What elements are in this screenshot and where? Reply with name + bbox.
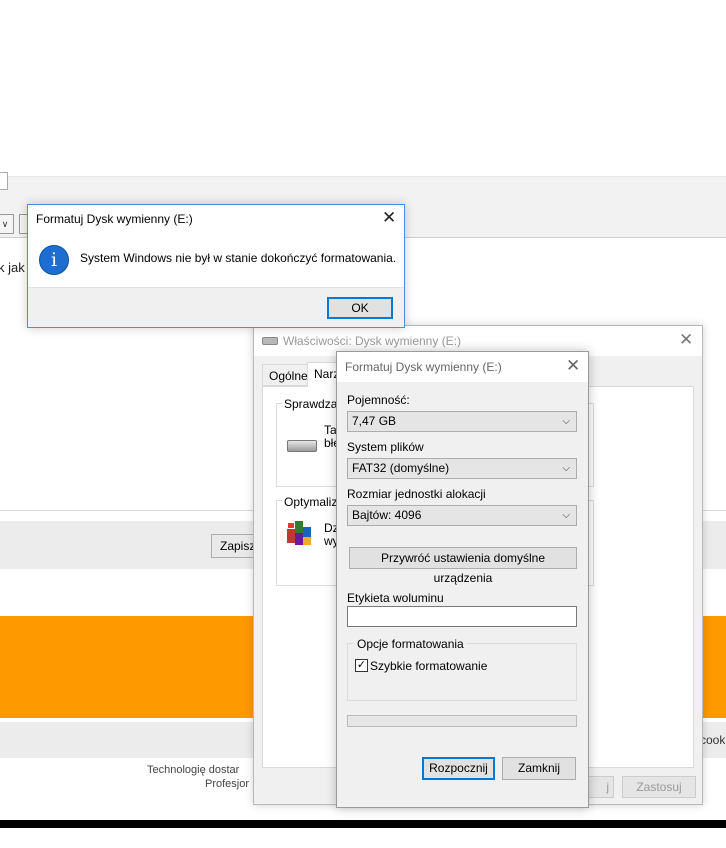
checkmark-icon: ✓ (356, 659, 367, 671)
info-icon: i (39, 245, 69, 275)
capacity-value: 7,47 GB (352, 414, 397, 428)
page-bottom-bar (0, 820, 726, 828)
check-group-text-1: Ta (324, 423, 337, 437)
volume-label-input[interactable] (347, 606, 577, 627)
allocation-value: Bajtów: 4096 (352, 508, 422, 522)
close-icon[interactable]: ✕ (679, 330, 693, 350)
close-button[interactable]: Zamknij (502, 757, 576, 780)
error-message-box: Formatuj Dysk wymienny (E:) ✕ i System W… (27, 204, 405, 328)
chevron-down-icon: ∨ (1, 219, 9, 229)
properties-title: Właściwości: Dysk wymienny (E:) (283, 334, 462, 348)
volume-label-label: Etykieta woluminu (347, 591, 444, 605)
message-box-footer: OK (28, 287, 404, 327)
allocation-label: Rozmiar jednostki alokacji (347, 487, 486, 501)
chevron-down-icon: ⌵ (562, 510, 570, 521)
page-input-edge[interactable] (0, 172, 8, 190)
page-footer-line-2: Profesjor (205, 778, 250, 790)
drive-icon (287, 440, 317, 452)
page-cookie-text: cook (700, 733, 726, 747)
chevron-down-icon: ⌵ (562, 416, 570, 427)
apply-button[interactable]: Zastosuj (622, 776, 696, 798)
removable-drive-icon (262, 337, 278, 345)
page-partial-text: k jak (0, 260, 25, 275)
format-options-label: Opcje formatowania (354, 637, 467, 651)
format-progress-bar (347, 715, 577, 727)
close-icon[interactable]: ✕ (382, 208, 396, 228)
format-title: Formatuj Dysk wymienny (E:) (345, 360, 502, 374)
capacity-label: Pojemność: (347, 393, 410, 407)
capacity-select[interactable]: 7,47 GB ⌵ (347, 411, 577, 432)
page-footer-line-1: Technologię dostar (147, 764, 240, 776)
ok-button[interactable]: OK (327, 297, 393, 319)
format-dialog: Formatuj Dysk wymienny (E:) ✕ Pojemność:… (336, 351, 589, 808)
message-box-title: Formatuj Dysk wymienny (E:) (36, 212, 193, 226)
start-button[interactable]: Rozpocznij (422, 757, 495, 780)
format-titlebar: Formatuj Dysk wymienny (E:) ✕ (337, 352, 588, 382)
defragment-icon (287, 521, 311, 545)
page-dropdown[interactable]: ∨ (0, 214, 14, 234)
quick-format-label[interactable]: Szybkie formatowanie (370, 659, 487, 673)
chevron-down-icon: ⌵ (562, 463, 570, 474)
restore-defaults-button[interactable]: Przywróć ustawienia domyślne urządzenia (349, 547, 577, 585)
close-icon[interactable]: ✕ (566, 356, 580, 376)
filesystem-select[interactable]: FAT32 (domyślne) ⌵ (347, 458, 577, 479)
filesystem-value: FAT32 (domyślne) (352, 461, 450, 475)
allocation-select[interactable]: Bajtów: 4096 ⌵ (347, 505, 577, 526)
message-text: System Windows nie był w stanie dokończy… (80, 251, 397, 265)
quick-format-checkbox[interactable]: ✓ (355, 659, 368, 672)
filesystem-label: System plików (347, 440, 424, 454)
